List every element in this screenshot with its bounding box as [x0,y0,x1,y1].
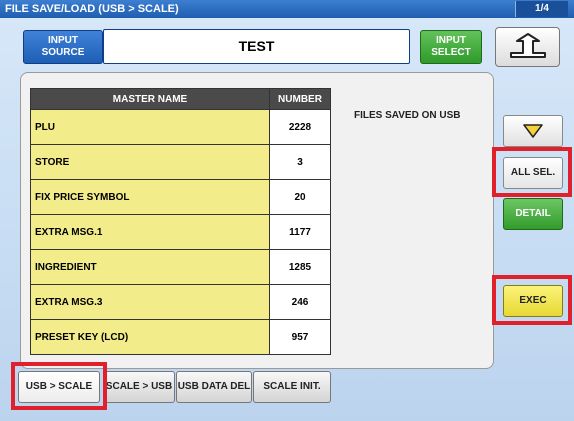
master-name-cell[interactable]: INGREDIENT [30,249,270,285]
triangle-down-icon [523,124,543,138]
table-row[interactable]: PRESET KEY (LCD) 957 [30,319,331,355]
input-source-label: INPUT SOURCE [23,30,103,64]
table-row[interactable]: EXTRA MSG.1 1177 [30,214,331,250]
number-cell: 20 [269,179,331,215]
master-name-cell[interactable]: EXTRA MSG.1 [30,214,270,250]
return-arrow-icon [509,33,546,58]
table-row[interactable]: EXTRA MSG.3 246 [30,284,331,320]
tab-usb-data-del[interactable]: USB DATA DEL [176,371,252,403]
table-row[interactable]: INGREDIENT 1285 [30,249,331,285]
page-indicator: 1/4 [515,1,568,17]
master-name-cell[interactable]: EXTRA MSG.3 [30,284,270,320]
number-cell: 1285 [269,249,331,285]
number-cell: 1177 [269,214,331,250]
number-cell: 2228 [269,109,331,145]
number-cell: 3 [269,144,331,180]
window-title: FILE SAVE/LOAD (USB > SCALE) [5,3,179,15]
table-row[interactable]: STORE 3 [30,144,331,180]
tab-usb-to-scale[interactable]: USB > SCALE [18,371,100,403]
scroll-down-button[interactable] [503,115,563,147]
master-name-cell[interactable]: PLU [30,109,270,145]
header-number: NUMBER [269,88,331,110]
master-name-cell[interactable]: FIX PRICE SYMBOL [30,179,270,215]
all-select-button[interactable]: ALL SEL. [503,157,563,189]
number-cell: 957 [269,319,331,355]
header-master-name: MASTER NAME [30,88,270,110]
tab-scale-init[interactable]: SCALE INIT. [253,371,331,403]
detail-button[interactable]: DETAIL [503,198,563,230]
title-bar: FILE SAVE/LOAD (USB > SCALE) 1/4 [0,0,574,18]
master-table: MASTER NAME NUMBER PLU 2228 STORE 3 FIX … [30,88,331,355]
back-button[interactable] [495,27,560,67]
exec-button[interactable]: EXEC [503,285,563,317]
tab-scale-to-usb[interactable]: SCALE > USB [103,371,175,403]
input-source-value[interactable]: TEST [103,29,410,64]
master-name-cell[interactable]: STORE [30,144,270,180]
table-row[interactable]: FIX PRICE SYMBOL 20 [30,179,331,215]
master-name-cell[interactable]: PRESET KEY (LCD) [30,319,270,355]
input-select-button[interactable]: INPUT SELECT [420,30,482,64]
table-row[interactable]: PLU 2228 [30,109,331,145]
number-cell: 246 [269,284,331,320]
files-saved-note: FILES SAVED ON USB [354,110,461,121]
